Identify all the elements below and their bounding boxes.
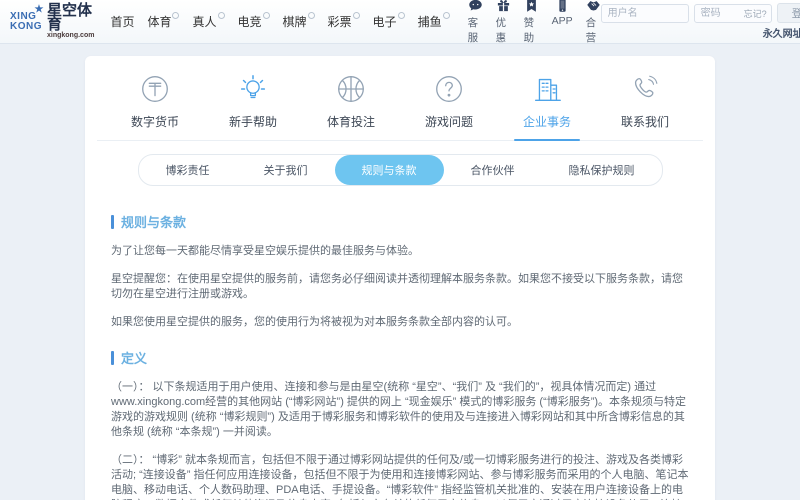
nav-item-lottery[interactable]: 彩票 — [328, 13, 360, 30]
tab-gambling-responsibility[interactable]: 博彩责任 — [139, 155, 237, 185]
sub-tab-bar: 博彩责任 关于我们 规则与条款 合作伙伴 隐私保护规则 — [138, 154, 663, 186]
basketball-icon — [334, 72, 368, 106]
circle-badge-icon — [398, 12, 405, 19]
nav-item-chess[interactable]: 棋牌 — [283, 13, 315, 30]
mobile-icon — [555, 0, 570, 13]
section-title: 定义 — [121, 348, 147, 367]
chat-icon — [468, 0, 483, 13]
main-nav: 首页 体育 真人 电竞 棋牌 彩票 电子 捕鱼 — [110, 13, 449, 30]
quick-link-label: 赞助 — [524, 15, 539, 45]
category-label: 游戏问题 — [425, 113, 473, 130]
category-label: 新手帮助 — [229, 113, 277, 130]
paragraph: 星空提醒您：在使用星空提供的服务前，请您务必仔细阅读并透彻理解本服务条款。如果您… — [111, 272, 689, 302]
quick-links: 客服 优惠 赞助 APP 合营 — [468, 0, 601, 45]
circle-badge-icon — [172, 12, 179, 19]
section-heading-rules: 规则与条款 — [111, 212, 689, 231]
category-label: 联系我们 — [621, 113, 669, 130]
login-button[interactable]: 登录 — [777, 3, 800, 23]
section-heading-definitions: 定义 — [111, 348, 689, 367]
paragraph: （二）： “博彩” 就本条规而言，包括但不限于通过博彩网站提供的任何及/或一切博… — [111, 453, 689, 500]
nav-item-fishing[interactable]: 捕鱼 — [418, 13, 450, 30]
category-digital-currency[interactable]: 数字货币 — [116, 72, 194, 140]
category-game-questions[interactable]: 游戏问题 — [410, 72, 488, 140]
quick-link-label: 合营 — [586, 15, 601, 45]
category-label: 体育投注 — [327, 113, 375, 130]
logo-wordmark: ★ XING KONG — [10, 12, 42, 32]
nav-item-live[interactable]: 真人 — [192, 13, 224, 30]
question-icon — [432, 72, 466, 106]
category-sports-betting[interactable]: 体育投注 — [312, 72, 390, 140]
permanent-url: 永久网址: xingkong.com — [763, 25, 800, 40]
category-beginner-help[interactable]: 新手帮助 — [214, 72, 292, 140]
content-card: 数字货币 新手帮助 体育投注 游戏问题 企业事务 联系我们 博彩责任 关于我们 … — [85, 56, 715, 500]
lightbulb-icon — [236, 72, 270, 106]
circle-badge-icon — [308, 12, 315, 19]
customer-service-link[interactable]: 客服 — [468, 0, 483, 45]
nav-item-esports[interactable]: 电竞 — [238, 13, 270, 30]
logo-cn-title: 星空体育 — [47, 4, 94, 32]
username-input[interactable] — [601, 4, 689, 23]
tab-about-us[interactable]: 关于我们 — [237, 155, 335, 185]
star-icon: ★ — [35, 5, 44, 15]
circle-badge-icon — [263, 12, 270, 19]
category-nav: 数字货币 新手帮助 体育投注 游戏问题 企业事务 联系我们 — [97, 56, 703, 141]
category-corporate-affairs[interactable]: 企业事务 — [508, 72, 586, 140]
gift-icon — [496, 0, 511, 13]
top-bar: ★ XING KONG 星空体育 xingkong.com 首页 体育 真人 电… — [0, 0, 800, 44]
quick-link-label: 优惠 — [496, 15, 511, 45]
tether-icon — [138, 72, 172, 106]
promotions-link[interactable]: 优惠 — [496, 0, 511, 45]
tab-privacy-policy[interactable]: 隐私保护规则 — [542, 155, 662, 185]
paragraph: 如果您使用星空提供的服务，您的使用行为将被视为对本服务条款全部内容的认可。 — [111, 315, 689, 330]
section-title: 规则与条款 — [121, 212, 186, 231]
app-download-link[interactable]: APP — [552, 0, 573, 45]
heading-accent-bar — [111, 215, 114, 229]
circle-badge-icon — [353, 12, 360, 19]
heading-accent-bar — [111, 351, 114, 365]
nav-item-sports[interactable]: 体育 — [147, 13, 179, 30]
nav-item-home[interactable]: 首页 — [110, 13, 134, 30]
login-area: 忘记? 登录 注册 永久网址: xingkong.com — [601, 3, 800, 40]
category-label: 企业事务 — [523, 113, 571, 130]
paragraph: 为了让您每一天都能尽情享受星空娱乐提供的最佳服务与体验。 — [111, 244, 689, 259]
terms-content: 规则与条款 为了让您每一天都能尽情享受星空娱乐提供的最佳服务与体验。 星空提醒您… — [85, 186, 715, 500]
circle-badge-icon — [443, 12, 450, 19]
phone-contact-icon — [628, 72, 662, 106]
quick-link-label: 客服 — [468, 15, 483, 45]
circle-badge-icon — [218, 12, 225, 19]
partnership-link[interactable]: 合营 — [586, 0, 601, 45]
paragraph: （一）： 以下条规适用于用户使用、连接和参与是由星空(统称 “星空”、“我们” … — [111, 380, 689, 440]
category-contact-us[interactable]: 联系我们 — [606, 72, 684, 140]
tab-partners[interactable]: 合作伙伴 — [444, 155, 542, 185]
site-logo[interactable]: ★ XING KONG 星空体育 xingkong.com — [10, 4, 94, 39]
quick-link-label: APP — [552, 15, 573, 27]
badge-star-icon — [524, 0, 539, 13]
tab-rules-and-terms[interactable]: 规则与条款 — [335, 155, 444, 185]
building-icon — [530, 72, 564, 106]
category-label: 数字货币 — [131, 113, 179, 130]
forgot-password-link[interactable]: 忘记? — [744, 7, 767, 20]
logo-domain: xingkong.com — [47, 32, 94, 39]
handshake-icon — [586, 0, 601, 13]
sponsorship-link[interactable]: 赞助 — [524, 0, 539, 45]
nav-item-slots[interactable]: 电子 — [373, 13, 405, 30]
